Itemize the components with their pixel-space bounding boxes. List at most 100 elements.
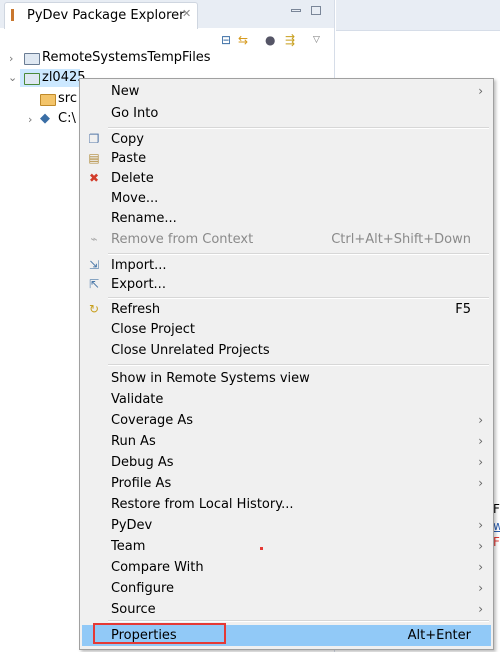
menu-item-restore-from-local-history[interactable]: Restore from Local History... [82,494,491,515]
menu-item-label: Compare With [111,560,204,575]
menu-item-copy[interactable]: ❐ Copy [82,129,491,150]
menu-item-label: Debug As [111,455,174,470]
chevron-right-icon: › [478,476,483,490]
chevron-right-icon: › [478,455,483,469]
menu-item-label: Profile As [111,476,172,491]
menu-item-run-as[interactable]: Run As › [82,431,491,452]
tree-item-label: C:\ [58,111,76,126]
menu-item-label: Coverage As [111,413,194,428]
import-icon: ⇲ [88,258,100,272]
package-explorer-icon [11,9,19,21]
menu-item-refresh[interactable]: ↻ Refresh F5 [82,299,491,320]
chevron-right-icon[interactable]: › [28,113,32,126]
chevron-right-icon: › [478,84,483,98]
menu-item-label: PyDev [111,518,153,533]
focus-icon[interactable]: ⇶ [285,33,295,47]
menu-separator [108,253,489,255]
minimize-button[interactable] [291,9,301,12]
menu-item-pydev[interactable]: PyDev › [82,515,491,536]
delete-icon: ✖ [88,171,100,185]
menu-item-paste[interactable]: ▤ Paste [82,148,491,169]
menu-item-close-unrelated-projects[interactable]: Close Unrelated Projects [82,340,491,361]
background-text: F [493,502,500,516]
menu-item-remove-from-context[interactable]: ⌁ Remove from Context Ctrl+Alt+Shift+Down [82,229,491,250]
tab-bar: PyDev Package Explorer ✕ [0,0,334,29]
project-folder-icon [24,73,40,85]
annotation-box [93,623,226,644]
maximize-button[interactable] [311,6,321,15]
tree-item-label: src [58,91,77,106]
source-folder-icon [40,94,56,106]
menu-item-label: Restore from Local History... [111,497,294,512]
link-with-editor-icon[interactable]: ⇆ [238,33,248,47]
menu-separator [108,127,489,129]
menu-item-label: Show in Remote Systems view [111,371,310,386]
context-menu: New › Go Into ❐ Copy ▤ Paste ✖ Delete Move... Rena… [79,78,494,650]
menu-item-label: Import... [111,258,167,273]
chevron-right-icon[interactable]: › [9,52,13,65]
shortcut-label: Alt+Enter [407,628,471,643]
menu-item-import[interactable]: ⇲ Import... [82,255,491,276]
menu-item-label: Paste [111,151,147,166]
tree-item-label: RemoteSystemsTempFiles [42,50,211,65]
menu-item-label: Team [111,539,146,554]
menu-separator [108,620,489,622]
python-icon: ◆ [40,111,50,126]
menu-item-label: Export... [111,277,166,292]
menu-item-label: Validate [111,392,164,407]
menu-item-go-into[interactable]: Go Into [82,103,491,124]
menu-item-compare-with[interactable]: Compare With › [82,557,491,578]
menu-item-coverage-as[interactable]: Coverage As › [82,410,491,431]
chevron-right-icon: › [478,539,483,553]
background-link: w [493,519,500,533]
chevron-right-icon: › [478,413,483,427]
menu-item-debug-as[interactable]: Debug As › [82,452,491,473]
refresh-icon: ↻ [88,302,100,316]
tab-pydev-package-explorer[interactable]: PyDev Package Explorer ✕ [4,2,198,29]
menu-item-label: Copy [111,132,144,147]
menu-item-label: Source [111,602,156,617]
remove-context-icon: ⌁ [90,232,98,246]
chevron-right-icon: › [478,434,483,448]
menu-item-label: Rename... [111,211,177,226]
editor-area [336,0,500,31]
menu-item-label: New [111,84,140,99]
paste-icon: ▤ [88,151,100,165]
tab-title: PyDev Package Explorer [27,8,185,23]
menu-item-validate[interactable]: Validate [82,389,491,410]
menu-item-label: Refresh [111,302,161,317]
menu-item-configure[interactable]: Configure › [82,578,491,599]
chevron-right-icon: › [478,560,483,574]
menu-item-close-project[interactable]: Close Project [82,319,491,340]
menu-item-label: Close Project [111,322,196,337]
menu-item-label: Configure [111,581,175,596]
collapse-all-icon[interactable]: ⊟ [221,33,231,47]
menu-item-rename[interactable]: Rename... [82,208,491,229]
annotation-dot [260,547,263,550]
menu-item-label: Go Into [111,106,159,121]
menu-item-label: Delete [111,171,154,186]
menu-item-delete[interactable]: ✖ Delete [82,168,491,189]
chevron-down-icon[interactable]: ⌄ [8,71,17,84]
menu-item-new[interactable]: New › [82,81,491,102]
menu-item-move[interactable]: Move... [82,188,491,209]
menu-separator [108,364,489,366]
background-text: F [493,535,500,549]
close-icon[interactable]: ✕ [182,7,191,20]
chevron-right-icon: › [478,602,483,616]
menu-item-export[interactable]: ⇱ Export... [82,274,491,295]
chevron-right-icon: › [478,581,483,595]
copy-icon: ❐ [88,132,100,146]
menu-item-source[interactable]: Source › [82,599,491,620]
shortcut-label: Ctrl+Alt+Shift+Down [331,232,471,247]
export-icon: ⇱ [88,277,100,291]
menu-item-show-in-remote-systems-view[interactable]: Show in Remote Systems view [82,368,491,389]
menu-item-label: Close Unrelated Projects [111,343,270,358]
shortcut-label: F5 [455,302,471,317]
view-menu-icon[interactable]: ▽ [313,35,320,45]
menu-separator [108,297,489,299]
menu-item-profile-as[interactable]: Profile As › [82,473,491,494]
menu-item-label: Run As [111,434,156,449]
filters-icon[interactable]: ● [265,33,275,47]
menu-item-team[interactable]: Team › [82,536,491,557]
